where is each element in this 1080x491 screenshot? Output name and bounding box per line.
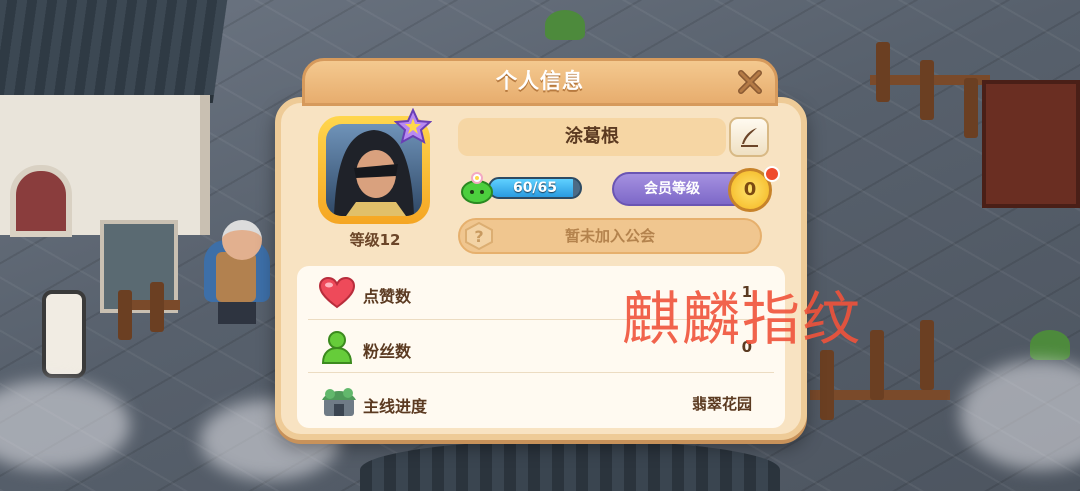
fence-post [118, 290, 132, 340]
edit-name-button[interactable] [729, 117, 769, 157]
vip-label: 会员等级 [644, 181, 700, 197]
fog [960, 360, 1080, 470]
stat-label: 粉丝数 [363, 342, 412, 361]
row-divider [308, 372, 774, 373]
close-icon [738, 70, 762, 94]
fence-post [870, 330, 884, 400]
watermark-text: 麒麟指纹 [622, 285, 863, 353]
fence-post [964, 78, 978, 138]
stat-value: 翡翠花园 [691, 395, 752, 413]
garden-icon [322, 388, 356, 416]
player-name: 涂葛根 [458, 118, 726, 156]
stat-label: 点赞数 [363, 287, 412, 306]
house-roof [0, 0, 228, 103]
guild-status-button[interactable]: 暂未加入公会 [458, 218, 762, 254]
fence-post [920, 60, 934, 120]
fence-post [920, 320, 934, 390]
fence-post [820, 350, 834, 420]
paper-lantern [42, 290, 86, 378]
quill-icon [741, 128, 758, 147]
plant [545, 10, 585, 40]
fog [0, 380, 130, 470]
dialog-title: 个人信息 [496, 69, 584, 93]
npc-head [222, 220, 262, 260]
fence-post [150, 282, 164, 332]
close-button[interactable] [732, 64, 768, 100]
guild-question-icon: ? [465, 222, 493, 250]
rooftop [360, 440, 780, 491]
heart-icon [318, 276, 356, 309]
house-wall [0, 95, 210, 313]
wooden-rack [982, 80, 1080, 208]
player-level: 等级12 [349, 231, 401, 249]
fence-post [876, 42, 890, 102]
npc-apron [216, 252, 256, 302]
house-window [10, 165, 72, 237]
person-icon [321, 331, 353, 364]
notification-dot [764, 166, 780, 182]
dialog-header: 个人信息 [302, 58, 778, 106]
plant [1030, 330, 1070, 360]
stamina-sprout-icon [461, 172, 493, 204]
stamina-value: 60/65 [512, 180, 558, 196]
stat-label: 主线进度 [363, 397, 428, 416]
guild-icon-glyph: ? [474, 227, 483, 246]
star-badge-icon [394, 108, 432, 144]
